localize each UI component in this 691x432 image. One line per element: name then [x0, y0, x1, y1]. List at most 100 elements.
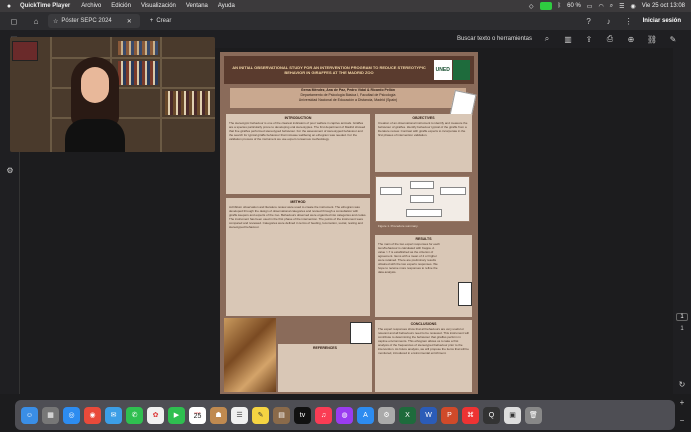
edit-icon[interactable]: ✎: [667, 33, 679, 45]
conclusions-text: The expert responses show that all behav…: [378, 327, 469, 355]
zoom-controls: ↻ + −: [673, 378, 691, 426]
app-menu[interactable]: QuickTime Player: [18, 3, 76, 9]
menu-visualizacion[interactable]: Visualización: [136, 3, 181, 9]
help-icon[interactable]: ?: [583, 15, 595, 27]
giraffe-photo: [224, 318, 276, 392]
share-icon[interactable]: ⊕: [625, 33, 637, 45]
affiliation-2: Universidad Nacional de Educación a Dist…: [298, 98, 398, 102]
calendar-icon[interactable]: OCT 25: [189, 406, 206, 424]
intro-section: INTRODUCTION The stereotypic behaviour i…: [226, 114, 370, 194]
procedure-diagram: [375, 176, 470, 222]
app-store-icon[interactable]: A: [357, 406, 374, 424]
photos-icon[interactable]: ✿: [147, 406, 164, 424]
objectives-heading: OBJECTIVES: [412, 116, 435, 120]
mail-icon[interactable]: ✉: [105, 406, 122, 424]
system-settings-icon[interactable]: ⚙: [378, 406, 395, 424]
battery-percent[interactable]: 60 %: [567, 3, 581, 9]
facetime-icon[interactable]: ▶: [168, 406, 185, 424]
finder-icon[interactable]: ☺: [21, 406, 38, 424]
word-icon[interactable]: W: [420, 406, 437, 424]
figure-caption: Figure 1. Procedure summary.: [375, 223, 472, 231]
objectives-text: Creation of an observational instrument …: [378, 121, 468, 137]
menu-archivo[interactable]: Archivo: [76, 3, 106, 9]
poster-preview-icon[interactable]: ▤: [273, 406, 290, 424]
menu-edicion[interactable]: Edición: [106, 3, 136, 9]
objectives-section: OBJECTIVES Creation of an observational …: [375, 114, 472, 172]
poster-title: AN INITIAL OBSERVATIONAL STUDY FOR AN IN…: [232, 65, 426, 75]
total-pages: 1: [680, 326, 684, 332]
wifi-icon[interactable]: ◠: [598, 3, 603, 10]
launchpad-icon[interactable]: ▦: [42, 406, 59, 424]
plus-icon: +: [149, 18, 154, 24]
powerpoint-icon[interactable]: P: [441, 406, 458, 424]
tools-icon[interactable]: ⚙: [4, 164, 16, 176]
chrome-icon[interactable]: ◉: [84, 406, 101, 424]
poster-document: AN INITIAL OBSERVATIONAL STUDY FOR AN IN…: [220, 52, 478, 394]
right-sidebar: 1 1 ↻ + −: [673, 48, 691, 425]
menu-ayuda[interactable]: Ayuda: [213, 3, 240, 9]
method-section: METHOD Ad libitum observation and litera…: [226, 198, 370, 316]
contacts-icon[interactable]: ☗: [210, 406, 227, 424]
link-icon[interactable]: ⛓: [646, 33, 658, 45]
app-toolbar: ◻ ⌂ ☆ Póster SEPC 2024 ✕ + Crear ? ♪ ⋮ I…: [0, 12, 691, 30]
apple-icon[interactable]: ●: [0, 3, 18, 10]
qr-code-references: [350, 322, 372, 344]
upload-icon[interactable]: ⇪: [583, 33, 595, 45]
messages-icon[interactable]: ✆: [126, 406, 143, 424]
notes-icon[interactable]: ✎: [252, 406, 269, 424]
clock[interactable]: Vie 25 oct 13:08: [642, 3, 685, 9]
siri-icon[interactable]: ◉: [630, 3, 635, 10]
quicktime-icon[interactable]: Q: [483, 406, 500, 424]
search-icon[interactable]: ⌕: [541, 33, 553, 45]
dropbox-icon[interactable]: ◇: [529, 3, 534, 10]
search-tools-label[interactable]: Buscar texto o herramientas: [457, 36, 532, 42]
control-center-icon[interactable]: ☰: [619, 3, 624, 10]
conclusions-heading: CONCLUSIONS: [410, 322, 437, 326]
conclusions-section: CONCLUSIONS The expert responses show th…: [375, 320, 472, 392]
dock: ☺ ▦ ◎ ◉ ✉ ✆ ✿ ▶ OCT 25 ☗ ☰ ✎ ▤ tv ♫ ◍ A …: [15, 400, 675, 430]
signin-button[interactable]: Iniciar sesión: [643, 18, 681, 24]
person: [65, 57, 125, 152]
acrobat-icon[interactable]: ⌘: [462, 406, 479, 424]
logo-text: UNED: [434, 60, 452, 80]
safari-icon[interactable]: ◎: [63, 406, 80, 424]
bell-icon[interactable]: ♪: [603, 15, 615, 27]
screen-record-icon[interactable]: [539, 2, 552, 10]
podcasts-icon[interactable]: ◍: [336, 406, 353, 424]
page-view-icon[interactable]: ▥: [562, 33, 574, 45]
apple-tv-icon[interactable]: tv: [294, 406, 311, 424]
results-heading: RESULTS: [415, 237, 432, 241]
print-icon[interactable]: ⎙: [604, 33, 616, 45]
results-text: The main of the two expert responses for…: [378, 242, 440, 274]
excel-icon[interactable]: X: [399, 406, 416, 424]
spotlight-icon[interactable]: ⌕: [610, 3, 613, 10]
poster-authors: Gema Méndez, Ana de Paz, Pedro Vidal & R…: [230, 88, 466, 108]
reminders-icon[interactable]: ☰: [231, 406, 248, 424]
zoom-out-icon[interactable]: −: [676, 414, 688, 426]
home-icon[interactable]: ⌂: [30, 15, 42, 27]
new-tab-label: Crear: [156, 18, 172, 24]
apps-grid-icon[interactable]: ⋮: [623, 15, 635, 27]
zoom-in-icon[interactable]: +: [676, 396, 688, 408]
tab-poster[interactable]: ☆ Póster SEPC 2024 ✕: [48, 14, 140, 28]
intro-heading: INTRODUCTION: [284, 116, 312, 120]
webcam-overlay[interactable]: [10, 37, 215, 152]
menu-bar: ● QuickTime Player Archivo Edición Visua…: [0, 0, 691, 12]
menu-ventana[interactable]: Ventana: [181, 3, 213, 9]
tab-title: Póster SEPC 2024: [61, 18, 112, 24]
trash-icon[interactable]: 🗑: [525, 406, 542, 424]
close-icon[interactable]: ✕: [127, 18, 132, 25]
battery-icon[interactable]: ▭: [587, 3, 593, 10]
current-page[interactable]: 1: [676, 313, 688, 321]
preview-icon[interactable]: ▣: [504, 406, 521, 424]
window-controls-icon[interactable]: ◻: [8, 15, 20, 27]
bluetooth-icon[interactable]: ᛒ: [558, 3, 562, 9]
refresh-icon[interactable]: ↻: [676, 378, 688, 390]
music-icon[interactable]: ♫: [315, 406, 332, 424]
calendar-day: 25: [193, 413, 202, 420]
page-controls: 1 1: [673, 313, 691, 332]
new-tab-button[interactable]: + Crear: [150, 18, 172, 24]
star-icon[interactable]: ☆: [53, 18, 58, 25]
intro-text: The stereotypic behaviour is one of the …: [229, 121, 366, 141]
qr-code-results: [458, 282, 472, 306]
